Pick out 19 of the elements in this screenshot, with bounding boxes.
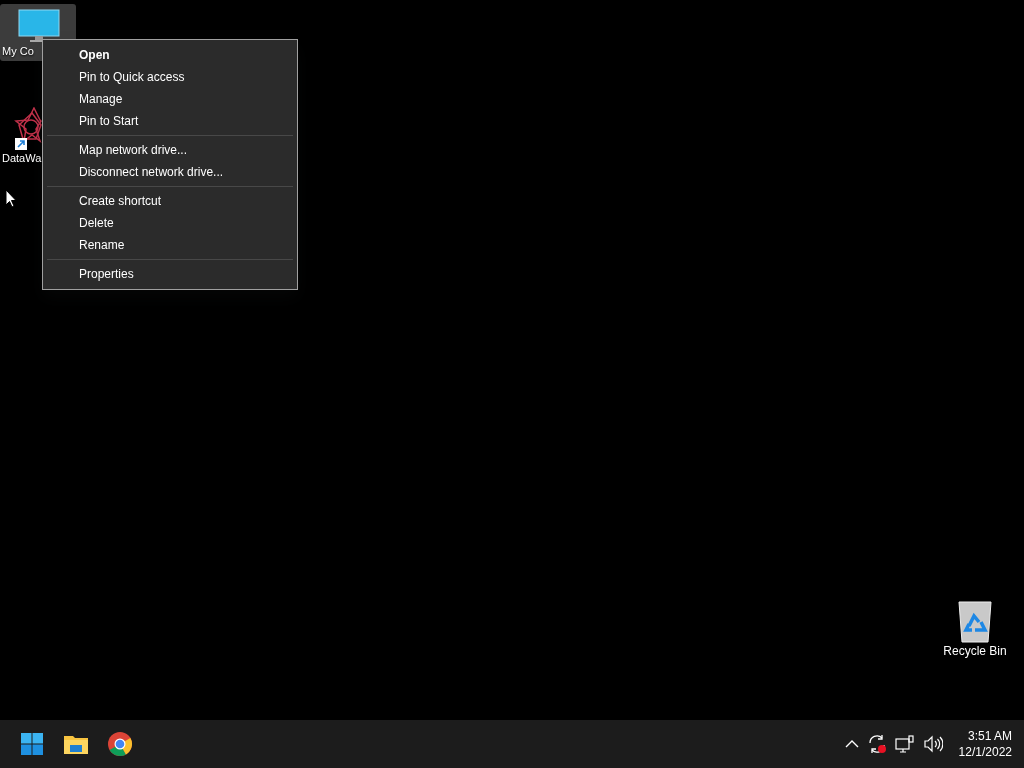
- clock-time: 3:51 AM: [966, 728, 1012, 744]
- menu-item[interactable]: Pin to Quick access: [45, 66, 295, 88]
- windows-logo-icon: [20, 732, 44, 756]
- browser-icon: [107, 731, 133, 757]
- menu-item[interactable]: Rename: [45, 234, 295, 256]
- speaker-icon[interactable]: [922, 735, 943, 753]
- clock-date: 12/1/2022: [958, 744, 1012, 760]
- chevron-up-icon[interactable]: [844, 739, 859, 749]
- mouse-cursor-icon: [5, 189, 17, 208]
- taskbar-clock[interactable]: 3:51 AM 12/1/2022: [948, 728, 1016, 760]
- menu-item[interactable]: Create shortcut: [45, 190, 295, 212]
- menu-item[interactable]: Delete: [45, 212, 295, 234]
- sync-icon[interactable]: [866, 734, 887, 754]
- folder-icon: [63, 733, 89, 755]
- menu-item[interactable]: Properties: [45, 263, 295, 285]
- star-shortcut-icon: [14, 107, 42, 151]
- monitor-network-icon[interactable]: [894, 735, 915, 753]
- recycle-bin-icon: [955, 600, 995, 644]
- desktop-icon[interactable]: Recycle Bin: [937, 596, 1013, 661]
